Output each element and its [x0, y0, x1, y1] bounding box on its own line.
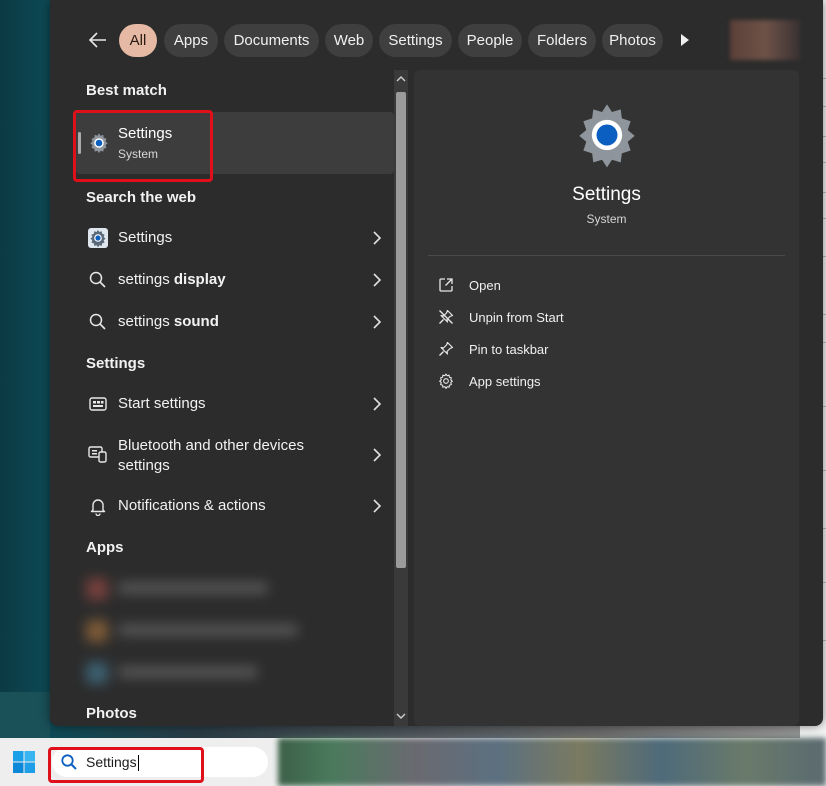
taskbar-apps-blurred: [278, 738, 826, 786]
settings-result-bluetooth[interactable]: Bluetooth and other devices settings: [76, 426, 394, 484]
web-result-label: settings sound: [118, 313, 219, 330]
chevron-right-icon: [373, 231, 382, 245]
search-flyout: All Apps Documents Web Settings People F…: [50, 0, 823, 726]
settings-result-label: Start settings: [118, 395, 206, 412]
preview-pane: Settings System Open Unpin from Start Pi…: [414, 70, 799, 726]
settings-gear-icon: [579, 104, 635, 168]
highlight-box-search: [48, 747, 204, 783]
scroll-up-icon[interactable]: [395, 73, 407, 85]
action-label: Open: [469, 278, 501, 293]
open-external-icon: [439, 278, 453, 292]
start-menu-icon: [89, 397, 107, 411]
more-tabs-button[interactable]: [678, 32, 692, 48]
arrow-left-icon: [88, 32, 106, 48]
unpin-icon: [439, 309, 454, 324]
settings-result-label-line1: Bluetooth and other devices: [118, 437, 304, 454]
action-pin-to-taskbar[interactable]: Pin to taskbar: [438, 337, 638, 361]
chevron-right-icon: [373, 273, 382, 287]
preview-title: Settings: [572, 184, 641, 205]
action-label: App settings: [469, 374, 541, 389]
settings-app-icon: [88, 228, 108, 248]
web-result-label: Settings: [118, 229, 173, 246]
tab-all[interactable]: All: [119, 24, 157, 57]
divider: [428, 255, 785, 256]
web-result-label: settings display: [118, 271, 226, 288]
web-result-settings-display[interactable]: settings display: [76, 260, 394, 300]
blurred-app-results: [86, 570, 316, 700]
scroll-down-icon[interactable]: [395, 710, 407, 722]
chevron-right-icon: [373, 315, 382, 329]
section-title-photos: Photos: [86, 705, 137, 722]
tab-folders[interactable]: Folders: [528, 24, 596, 57]
avatar[interactable]: [730, 20, 800, 60]
chevron-right-icon: [373, 499, 382, 513]
chevron-right-icon: [373, 397, 382, 411]
action-open[interactable]: Open: [438, 273, 638, 297]
action-unpin-from-start[interactable]: Unpin from Start: [438, 305, 638, 329]
section-title-web: Search the web: [86, 189, 197, 206]
action-label: Unpin from Start: [469, 310, 564, 325]
windows-logo-icon[interactable]: [12, 750, 36, 774]
section-title-best-match: Best match: [86, 82, 167, 99]
desktop-left-strip: [0, 692, 50, 738]
tab-photos[interactable]: Photos: [602, 24, 663, 57]
pin-icon: [439, 341, 454, 356]
search-icon: [89, 271, 106, 288]
search-icon: [89, 313, 106, 330]
gear-icon: [439, 373, 453, 389]
settings-result-start[interactable]: Start settings: [76, 384, 394, 424]
tab-apps[interactable]: Apps: [164, 24, 218, 57]
web-result-settings-sound[interactable]: settings sound: [76, 302, 394, 342]
settings-result-label: Notifications & actions: [118, 497, 266, 514]
settings-result-label-line2: settings: [118, 457, 170, 474]
tab-settings[interactable]: Settings: [379, 24, 452, 57]
highlight-box-best-match: [73, 110, 213, 182]
tab-web[interactable]: Web: [325, 24, 373, 57]
filter-bar: All Apps Documents Web Settings People F…: [50, 0, 823, 72]
section-title-settings: Settings: [86, 355, 146, 372]
bell-icon: [90, 499, 106, 516]
settings-result-notifications[interactable]: Notifications & actions: [76, 486, 394, 526]
tab-people[interactable]: People: [458, 24, 522, 57]
back-button[interactable]: [86, 28, 110, 52]
action-app-settings[interactable]: App settings: [438, 369, 638, 393]
devices-icon: [88, 446, 107, 463]
section-title-apps: Apps: [86, 539, 124, 556]
web-result-settings[interactable]: Settings: [76, 218, 394, 258]
results-scrollbar[interactable]: [394, 70, 408, 726]
taskbar: Settings: [0, 738, 826, 786]
action-label: Pin to taskbar: [469, 342, 549, 357]
tab-documents[interactable]: Documents: [224, 24, 319, 57]
preview-subtitle: System: [586, 212, 627, 226]
play-right-icon: [681, 34, 689, 46]
chevron-right-icon: [373, 448, 382, 462]
scroll-thumb[interactable]: [396, 92, 406, 568]
